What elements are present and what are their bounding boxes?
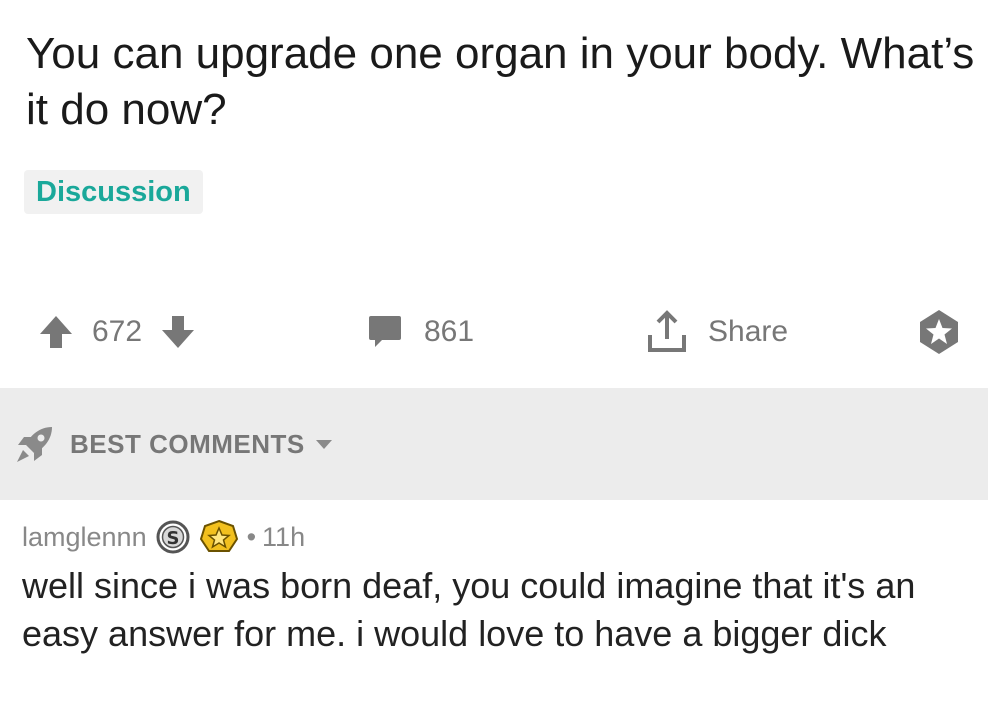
meta-separator: • <box>246 521 257 552</box>
comment-count: 861 <box>424 315 475 348</box>
star-icon <box>914 307 964 357</box>
comment-author[interactable]: lamglennn <box>22 522 147 553</box>
gold-award-icon[interactable] <box>199 519 239 555</box>
share-label: Share <box>708 315 789 348</box>
arrow-down-icon[interactable] <box>158 312 198 352</box>
rocket-icon <box>14 423 56 465</box>
comment-meta: lamglennn S • 11h <box>22 515 305 559</box>
post: You can upgrade one organ in your body. … <box>0 0 1001 723</box>
arrow-up-icon[interactable] <box>36 312 76 352</box>
save-button[interactable] <box>914 302 964 362</box>
post-flair[interactable]: Discussion <box>24 170 203 214</box>
vote-group: 672 <box>36 302 198 362</box>
comment-body: well since i was born deaf, you could im… <box>22 565 916 654</box>
comment-age: 11h <box>262 521 306 552</box>
share-button[interactable]: Share <box>644 302 788 362</box>
post-title[interactable]: You can upgrade one organ in your body. … <box>26 26 976 138</box>
svg-text:S: S <box>166 528 179 549</box>
share-icon <box>644 309 690 355</box>
score-count: 672 <box>92 315 143 348</box>
comment-icon <box>366 313 404 351</box>
comment-sort-label: BEST COMMENTS <box>70 428 305 459</box>
comment-sort-bar[interactable]: BEST COMMENTS <box>0 388 988 500</box>
caret-down-icon <box>315 438 333 450</box>
comments-button[interactable]: 861 <box>366 302 474 362</box>
post-actions-bar: 672 861 Share <box>0 302 1001 362</box>
silver-award-icon[interactable]: S <box>155 519 191 555</box>
